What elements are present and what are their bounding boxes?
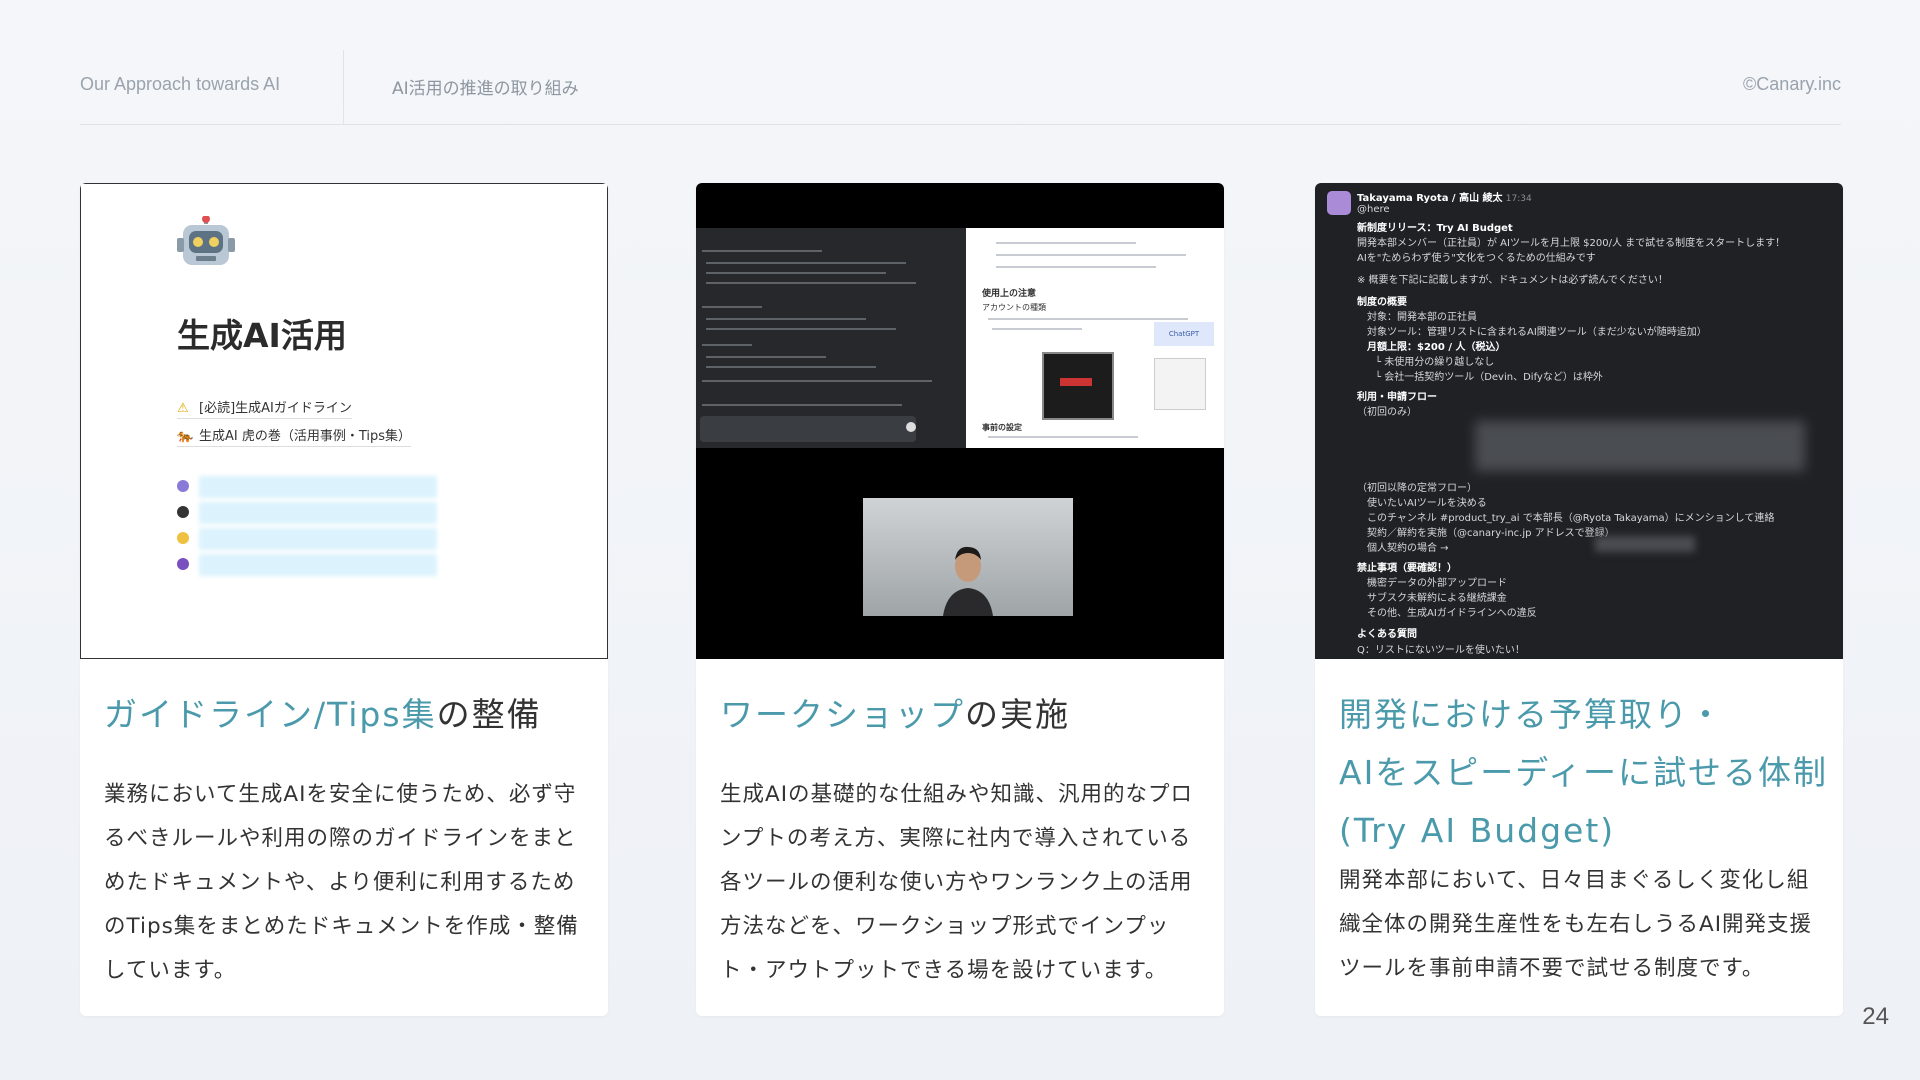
message-line: 月額上限：$200 / 人（税込）	[1367, 342, 1506, 353]
blurred-link-row[interactable]	[177, 476, 437, 498]
blurred-content	[1595, 536, 1695, 552]
crystal-ball-icon	[177, 558, 189, 570]
tips-link[interactable]: 🐅 生成AI 虎の巻（活用事例・Tips集）	[177, 425, 412, 447]
header-divider	[343, 50, 344, 124]
doc-title: 生成AI活用	[177, 316, 347, 355]
message-time: 17:34	[1505, 194, 1532, 204]
card-title: 開発における予算取り・ AIをスピーディーに試せる体制 (Try AI Budg…	[1339, 695, 1828, 850]
page-number: 24	[1862, 1003, 1889, 1030]
card-workshop: 使用上の注意 アカウントの種類 ChatGPT 事前の設定 ワークショップの実施…	[696, 183, 1224, 1016]
message-line: 契約／解約を実施（@canary-inc.jp アドレスで登録）	[1367, 528, 1615, 539]
message-line: 使いたいAIツールを決める	[1367, 498, 1487, 509]
message-line: 開発本部メンバー（正社員）が AIツールを月上限 $200/人 まで試せる制度を…	[1357, 238, 1786, 249]
mention-here: @here	[1357, 204, 1390, 215]
tiger-icon: 🐅	[177, 429, 194, 444]
rocket-icon	[177, 480, 189, 492]
card-body: 生成AIの基礎的な仕組みや知識、汎用的なプロンプトの考え方、実際に社内で導入され…	[720, 782, 1194, 983]
message-line: 対象ツール：管理リストに含まれるAI関連ツール（まだ少ないが随時追加）	[1367, 327, 1707, 338]
participant-avatar	[943, 546, 993, 616]
card-body: 開発本部において、日々目まぐるしく変化し組織全体の開発生産性をも左右しうるAI開…	[1339, 868, 1813, 981]
send-icon[interactable]	[906, 422, 916, 432]
notes-subheading: アカウントの種類	[982, 303, 1046, 312]
section-heading: 禁止事項（要確認！）	[1357, 563, 1457, 574]
message-line: （初回のみ）	[1357, 407, 1417, 418]
message-line: AIを"ためらわず使う"文化をつくるための仕組みです	[1357, 253, 1596, 264]
card-title: ワークショップの実施	[720, 695, 1070, 734]
message-line: このチャンネル #product_try_ai で本部長（@Ryota Taka…	[1367, 513, 1775, 524]
login-screenshot-thumbnail	[1042, 352, 1114, 420]
header-copyright: ©Canary.inc	[1743, 74, 1841, 94]
announcement-title: 新制度リリース：Try AI Budget	[1357, 223, 1513, 234]
card-title: ガイドライン/Tips集の整備	[104, 695, 542, 734]
message-line: 対象：開発本部の正社員	[1367, 312, 1477, 323]
workshop-screenshot: 使用上の注意 アカウントの種類 ChatGPT 事前の設定	[696, 183, 1224, 659]
chat-input[interactable]	[700, 416, 916, 442]
header-subtitle: AI活用の推進の取り組み	[392, 79, 579, 99]
chatgpt-chip: ChatGPT	[1154, 322, 1214, 346]
sparkles-icon	[177, 532, 189, 544]
message-line: Q：リストにないツールを使いたい！	[1357, 645, 1525, 656]
card-body: 業務において生成AIを安全に使うため、必ず守るべきルールや利用の際のガイドライン…	[104, 782, 579, 983]
blurred-link-row[interactable]	[177, 554, 437, 576]
message-line: その他、生成AIガイドラインへの違反	[1367, 608, 1537, 619]
header-section-title: Our Approach towards AI	[80, 74, 281, 94]
blurred-link-row[interactable]	[177, 528, 437, 550]
card-try-ai-budget: Takayama Ryota / 高山 綾太 17:34 @here 新制度リリ…	[1315, 183, 1843, 1016]
message-author: Takayama Ryota / 高山 綾太	[1357, 193, 1503, 204]
section-heading: よくある質問	[1357, 629, 1417, 640]
message-line: └ 会社一括契約ツール（Devin、Difyなど）は枠外	[1375, 372, 1603, 383]
blurred-content	[1475, 421, 1805, 471]
form-screenshot-thumbnail	[1154, 358, 1206, 410]
message-line: 機密データの外部アップロード	[1367, 578, 1507, 589]
notes-heading: 使用上の注意	[982, 289, 1037, 299]
message-line: 個人契約の場合 →	[1367, 543, 1449, 554]
notes-heading-2: 事前の設定	[982, 423, 1022, 432]
warning-icon: ⚠	[177, 401, 189, 416]
section-heading: 制度の概要	[1357, 297, 1407, 308]
guidelines-screenshot: 生成AI活用 ⚠ [必読]生成AIガイドライン 🐅 生成AI 虎の巻（活用事例・Ti…	[80, 183, 608, 659]
message-line: ※ 概要を下記に記載しますが、ドキュメントは必ず読んでください！	[1357, 275, 1668, 286]
section-heading: 利用・申請フロー	[1357, 392, 1437, 403]
blurred-link-row[interactable]	[177, 502, 437, 524]
message-line: サブスク未解約による継続課金	[1367, 593, 1507, 604]
slack-post-screenshot: Takayama Ryota / 高山 綾太 17:34 @here 新制度リリ…	[1315, 183, 1843, 659]
message-line: （初回以降の定常フロー）	[1357, 483, 1477, 494]
shared-chat-panel	[696, 228, 966, 448]
avatar	[1327, 191, 1351, 215]
robot-icon	[177, 216, 235, 265]
participant-video	[863, 498, 1073, 616]
card-guidelines: 生成AI活用 ⚠ [必読]生成AIガイドライン 🐅 生成AI 虎の巻（活用事例・Ti…	[80, 183, 608, 1016]
guideline-link[interactable]: ⚠ [必読]生成AIガイドライン	[177, 397, 352, 419]
slide-header: Our Approach towards AI AI活用の推進の取り組み ©Ca…	[80, 50, 1841, 125]
message-line: └ 未使用分の繰り越しなし	[1375, 357, 1495, 368]
hat-icon	[177, 506, 189, 518]
meeting-shared-screen: 使用上の注意 アカウントの種類 ChatGPT 事前の設定	[696, 228, 1224, 448]
